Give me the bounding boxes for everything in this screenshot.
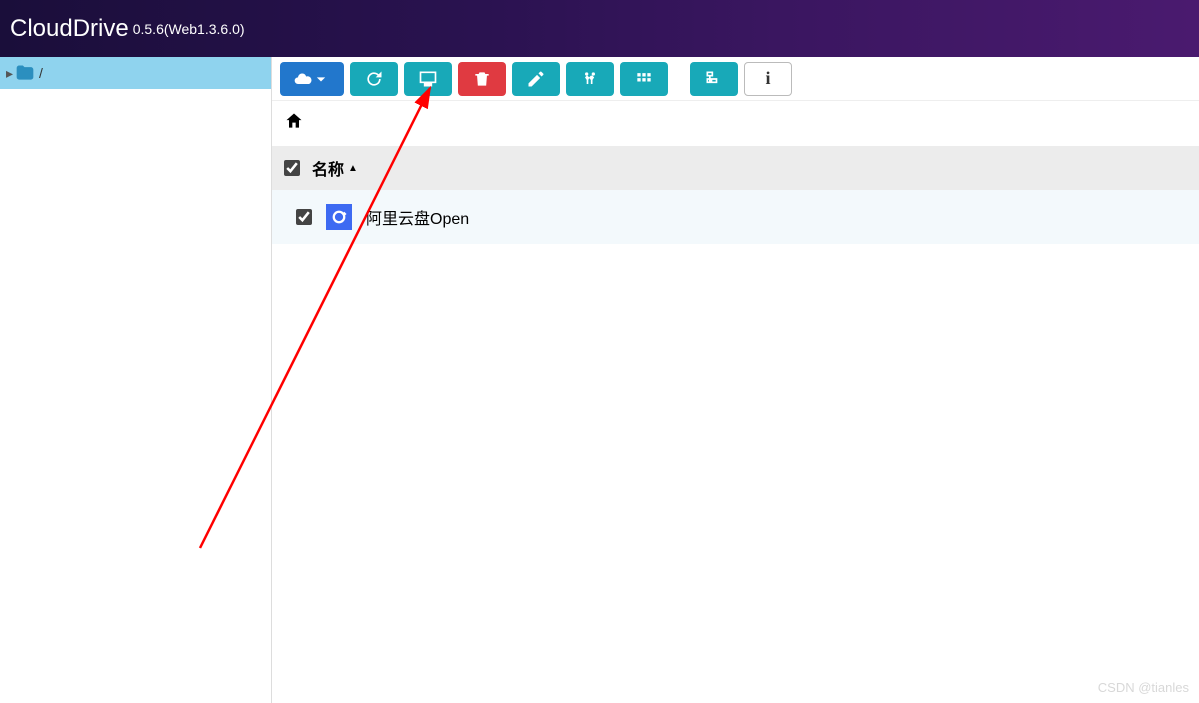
- cloud-icon: [293, 69, 313, 89]
- chevron-right-icon: ▸: [6, 65, 13, 82]
- sidebar: ▸ /: [0, 57, 272, 703]
- add-cloud-button[interactable]: [280, 62, 344, 96]
- info-icon: i: [765, 68, 770, 89]
- grid-icon: [634, 69, 654, 89]
- caret-down-icon: [311, 69, 331, 89]
- people-move-icon: [580, 69, 600, 89]
- trash-icon: [472, 69, 492, 89]
- sidebar-root-path[interactable]: ▸ /: [0, 57, 271, 89]
- refresh-icon: [364, 69, 384, 89]
- list-item[interactable]: 阿里云盘Open: [272, 190, 1199, 244]
- column-name-header[interactable]: 名称 ▲: [312, 156, 358, 180]
- info-button[interactable]: i: [744, 62, 792, 96]
- home-icon[interactable]: [284, 111, 304, 131]
- main-panel: i 名称 ▲ 阿里云盘Open: [272, 57, 1199, 703]
- body: ▸ /: [0, 57, 1199, 703]
- path-separator: /: [39, 65, 43, 81]
- monitor-icon: [418, 69, 438, 89]
- view-grid-button[interactable]: [620, 62, 668, 96]
- breadcrumb: [272, 101, 1199, 146]
- row-checkbox[interactable]: [296, 209, 312, 225]
- select-all-checkbox[interactable]: [284, 160, 300, 176]
- tree-button[interactable]: [690, 62, 738, 96]
- file-name: 阿里云盘Open: [366, 205, 469, 229]
- app-title: CloudDrive: [10, 15, 129, 43]
- folder-icon: [15, 63, 35, 83]
- app-version: 0.5.6(Web1.3.6.0): [133, 21, 245, 37]
- watermark: CSDN @tianles: [1098, 680, 1189, 695]
- column-name-label: 名称: [312, 156, 344, 180]
- refresh-button[interactable]: [350, 62, 398, 96]
- sort-asc-icon: ▲: [348, 163, 358, 174]
- tree-icon: [704, 69, 724, 89]
- list-header: 名称 ▲: [272, 146, 1199, 190]
- delete-button[interactable]: [458, 62, 506, 96]
- aliyun-drive-icon: [326, 204, 352, 230]
- app-header: CloudDrive 0.5.6(Web1.3.6.0): [0, 0, 1199, 57]
- edit-icon: [526, 69, 546, 89]
- rename-button[interactable]: [512, 62, 560, 96]
- toolbar: i: [272, 57, 1199, 101]
- move-button[interactable]: [566, 62, 614, 96]
- mount-local-button[interactable]: [404, 62, 452, 96]
